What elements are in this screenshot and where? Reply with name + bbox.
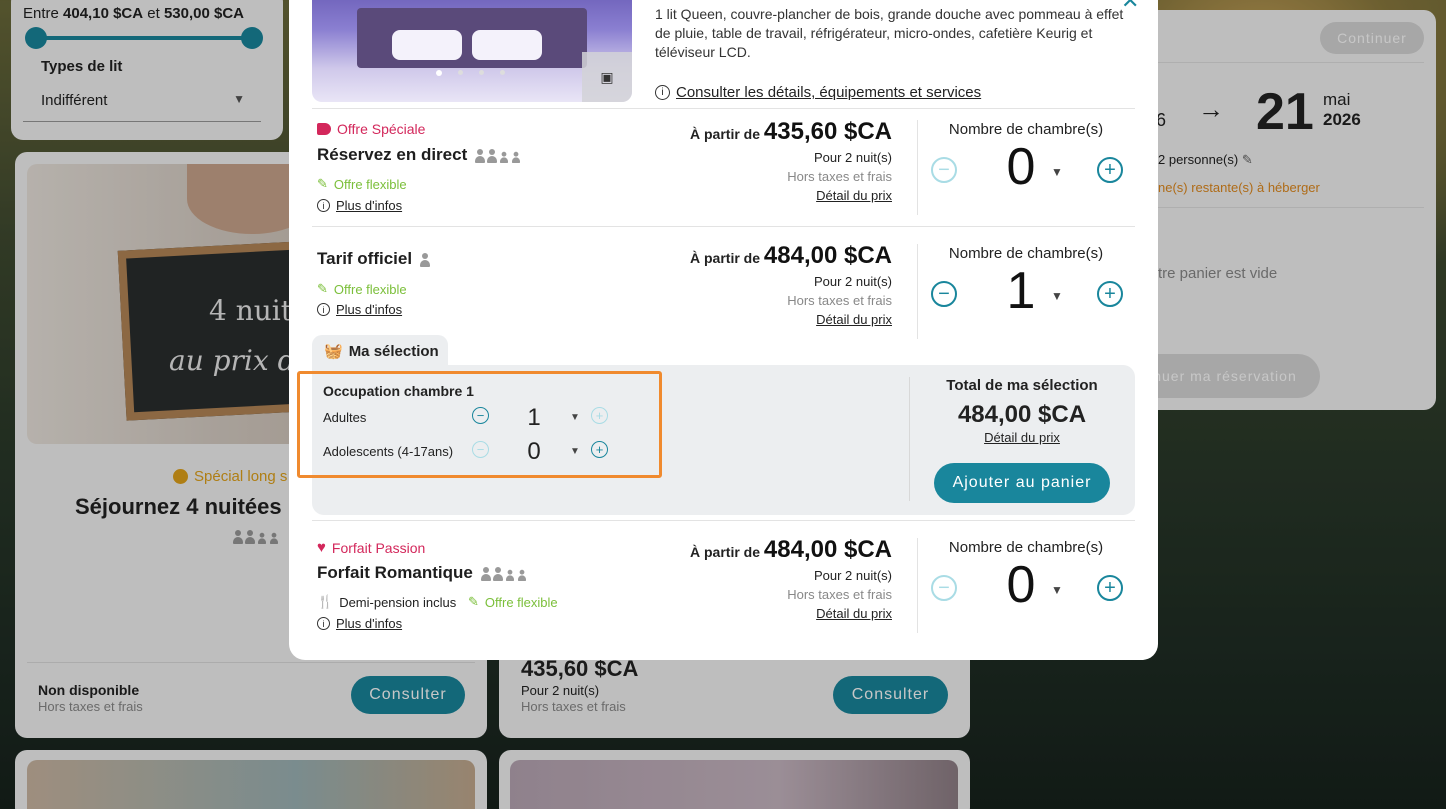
tag-icon bbox=[317, 123, 331, 135]
plus-button[interactable]: + bbox=[1097, 281, 1123, 307]
heart-icon: ♥ bbox=[317, 539, 326, 556]
room-details-link[interactable]: i Consulter les détails, équipements et … bbox=[655, 84, 981, 101]
rate-price: À partir de 484,00 $CA Pour 2 nuit(s) Ho… bbox=[690, 536, 892, 623]
more-info-link[interactable]: i Plus d'infos bbox=[317, 302, 402, 317]
room-description: 1 lit Queen, couvre-plancher de bois, gr… bbox=[655, 6, 1124, 60]
more-info-link[interactable]: i Plus d'infos bbox=[317, 616, 402, 631]
teens-minus-button[interactable]: − bbox=[472, 441, 489, 458]
info-icon: i bbox=[317, 303, 330, 316]
rate-name: Forfait Romantique bbox=[317, 563, 527, 583]
price-detail-link[interactable]: Détail du prix bbox=[690, 604, 892, 623]
room-quantity[interactable]: 0 bbox=[1003, 555, 1039, 615]
room-photo[interactable]: ▣ bbox=[312, 0, 632, 102]
chevron-down-icon[interactable]: ▼ bbox=[1051, 165, 1063, 179]
room-quantity[interactable]: 0 bbox=[1003, 137, 1039, 197]
adults-value[interactable]: 1 bbox=[520, 404, 548, 432]
offer-tag: Offre Spéciale bbox=[317, 121, 425, 137]
flexible-offer: ✎ Offre flexible bbox=[317, 281, 407, 297]
add-to-cart-button[interactable]: Ajouter au panier bbox=[934, 463, 1110, 503]
edit-icon: ✎ bbox=[468, 594, 479, 609]
info-icon: i bbox=[317, 617, 330, 630]
minus-button[interactable]: − bbox=[931, 157, 957, 183]
room-quantity-selector: Nombre de chambre(s) − 0 ▼ + bbox=[917, 121, 1135, 211]
rate-price: À partir de 484,00 $CA Pour 2 nuit(s) Ho… bbox=[690, 242, 892, 329]
selection-tab: 🧺 Ma sélection bbox=[312, 335, 448, 367]
chevron-down-icon[interactable]: ▼ bbox=[570, 446, 580, 457]
rate-price: À partir de 435,60 $CA Pour 2 nuit(s) Ho… bbox=[690, 118, 892, 205]
adults-minus-button[interactable]: − bbox=[472, 407, 489, 424]
chevron-down-icon[interactable]: ▼ bbox=[1051, 583, 1063, 597]
plus-button[interactable]: + bbox=[1097, 157, 1123, 183]
rate-name: Réservez en direct bbox=[317, 145, 521, 165]
gallery-icon[interactable]: ▣ bbox=[582, 52, 632, 102]
offer-tag: ♥ Forfait Passion bbox=[317, 539, 426, 556]
rate-selection-modal: ✕ ▣ 1 lit Queen, couvre-plancher de bois… bbox=[289, 0, 1158, 660]
room-quantity[interactable]: 1 bbox=[1003, 261, 1039, 321]
total-value: 484,00 $CA bbox=[957, 401, 1087, 428]
plus-button[interactable]: + bbox=[1097, 575, 1123, 601]
chevron-down-icon[interactable]: ▼ bbox=[1051, 289, 1063, 303]
flexible-offer: ✎ Offre flexible bbox=[317, 176, 407, 192]
flexible-offer: ✎ Offre flexible bbox=[468, 594, 558, 610]
price-detail-link[interactable]: Détail du prix bbox=[690, 310, 892, 329]
occupancy-title: Occupation chambre 1 bbox=[323, 383, 474, 399]
price-detail-link[interactable]: Détail du prix bbox=[690, 186, 892, 205]
total-label: Total de ma sélection bbox=[946, 377, 1098, 394]
rate-name: Tarif officiel bbox=[317, 249, 431, 269]
fork-knife-icon: 🍴 bbox=[317, 594, 334, 609]
occupancy-icons bbox=[420, 252, 431, 267]
occupancy-box: Occupation chambre 1 Adultes − 1 ▼ + Ado… bbox=[297, 371, 662, 478]
minus-button[interactable]: − bbox=[931, 575, 957, 601]
more-info-link[interactable]: i Plus d'infos bbox=[317, 198, 402, 213]
room-quantity-selector: Nombre de chambre(s) − 0 ▼ + bbox=[917, 539, 1135, 629]
adults-plus-button[interactable]: + bbox=[591, 407, 608, 424]
edit-icon: ✎ bbox=[317, 281, 328, 296]
room-quantity-selector: Nombre de chambre(s) − 1 ▼ + bbox=[917, 245, 1135, 335]
meal-plan: 🍴 Demi-pension inclus bbox=[317, 594, 457, 610]
occupancy-icons bbox=[475, 148, 521, 163]
edit-icon: ✎ bbox=[317, 176, 328, 191]
selection-panel: Occupation chambre 1 Adultes − 1 ▼ + Ado… bbox=[297, 365, 1135, 515]
adults-label: Adultes bbox=[323, 410, 367, 425]
info-icon: i bbox=[317, 199, 330, 212]
teens-plus-button[interactable]: + bbox=[591, 441, 608, 458]
occupancy-icons bbox=[480, 566, 527, 581]
chevron-down-icon[interactable]: ▼ bbox=[570, 412, 580, 423]
carousel-dots[interactable] bbox=[436, 70, 505, 76]
info-icon: i bbox=[655, 85, 670, 100]
teens-label: Adolescents (4-17ans) bbox=[323, 444, 454, 459]
basket-icon: 🧺 bbox=[324, 343, 343, 360]
price-detail-link[interactable]: Détail du prix bbox=[922, 430, 1122, 445]
teens-value[interactable]: 0 bbox=[520, 438, 548, 466]
minus-button[interactable]: − bbox=[931, 281, 957, 307]
